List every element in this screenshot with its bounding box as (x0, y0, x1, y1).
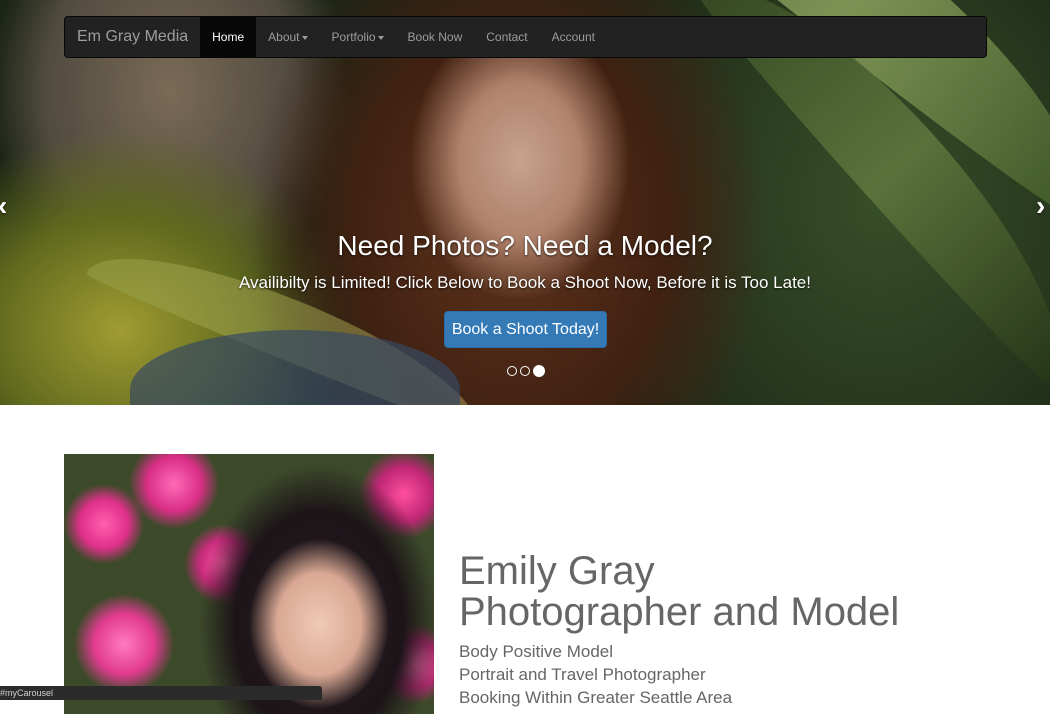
carousel-title: Need Photos? Need a Model? (337, 230, 713, 261)
caret-down-icon (301, 35, 308, 40)
about-name-heading: Emily Gray (459, 549, 655, 593)
carousel-subtitle: Availibilty is Limited! Click Below to B… (239, 273, 811, 292)
carousel-indicators (507, 365, 545, 377)
about-role-heading: Photographer and Model (459, 590, 900, 634)
about-line: Booking Within Greater Seattle Area (459, 688, 733, 707)
nav-item-book-now[interactable]: Book Now (396, 17, 475, 57)
nav-item-account[interactable]: Account (540, 17, 607, 57)
nav-item-label: Account (551, 30, 595, 44)
book-shoot-button[interactable]: Book a Shoot Today! (444, 311, 607, 348)
portrait-photo (64, 454, 434, 714)
carousel-indicator-2[interactable] (520, 366, 530, 376)
nav-item-contact[interactable]: Contact (474, 17, 539, 57)
about-line: Body Positive Model (459, 642, 614, 661)
nav-item-about[interactable]: About (256, 17, 319, 57)
nav-item-label: About (268, 30, 300, 44)
about-line: Portrait and Travel Photographer (459, 665, 706, 684)
chevron-right-icon[interactable]: › (1036, 190, 1045, 222)
carousel-indicator-1[interactable] (507, 366, 517, 376)
nav-item-portfolio[interactable]: Portfolio (320, 17, 396, 57)
brand-logo[interactable]: Em Gray Media (65, 17, 200, 57)
nav-item-label: Book Now (407, 30, 463, 44)
browser-status-bar: #myCarousel (0, 686, 322, 700)
caret-down-icon (377, 35, 384, 40)
nav-item-label: Portfolio (331, 30, 376, 44)
nav-menu: Home About Portfolio Book Now Contact Ac… (200, 17, 607, 57)
top-navbar: Em Gray Media Home About Portfolio Book … (64, 16, 987, 58)
nav-item-label: Home (212, 30, 245, 44)
nav-item-label: Contact (486, 30, 528, 44)
hero-carousel: Need Photos? Need a Model? Availibilty i… (0, 0, 1050, 405)
nav-item-home[interactable]: Home (200, 17, 257, 57)
carousel-indicator-3[interactable] (533, 365, 545, 377)
chevron-left-icon[interactable]: ‹ (0, 190, 7, 222)
